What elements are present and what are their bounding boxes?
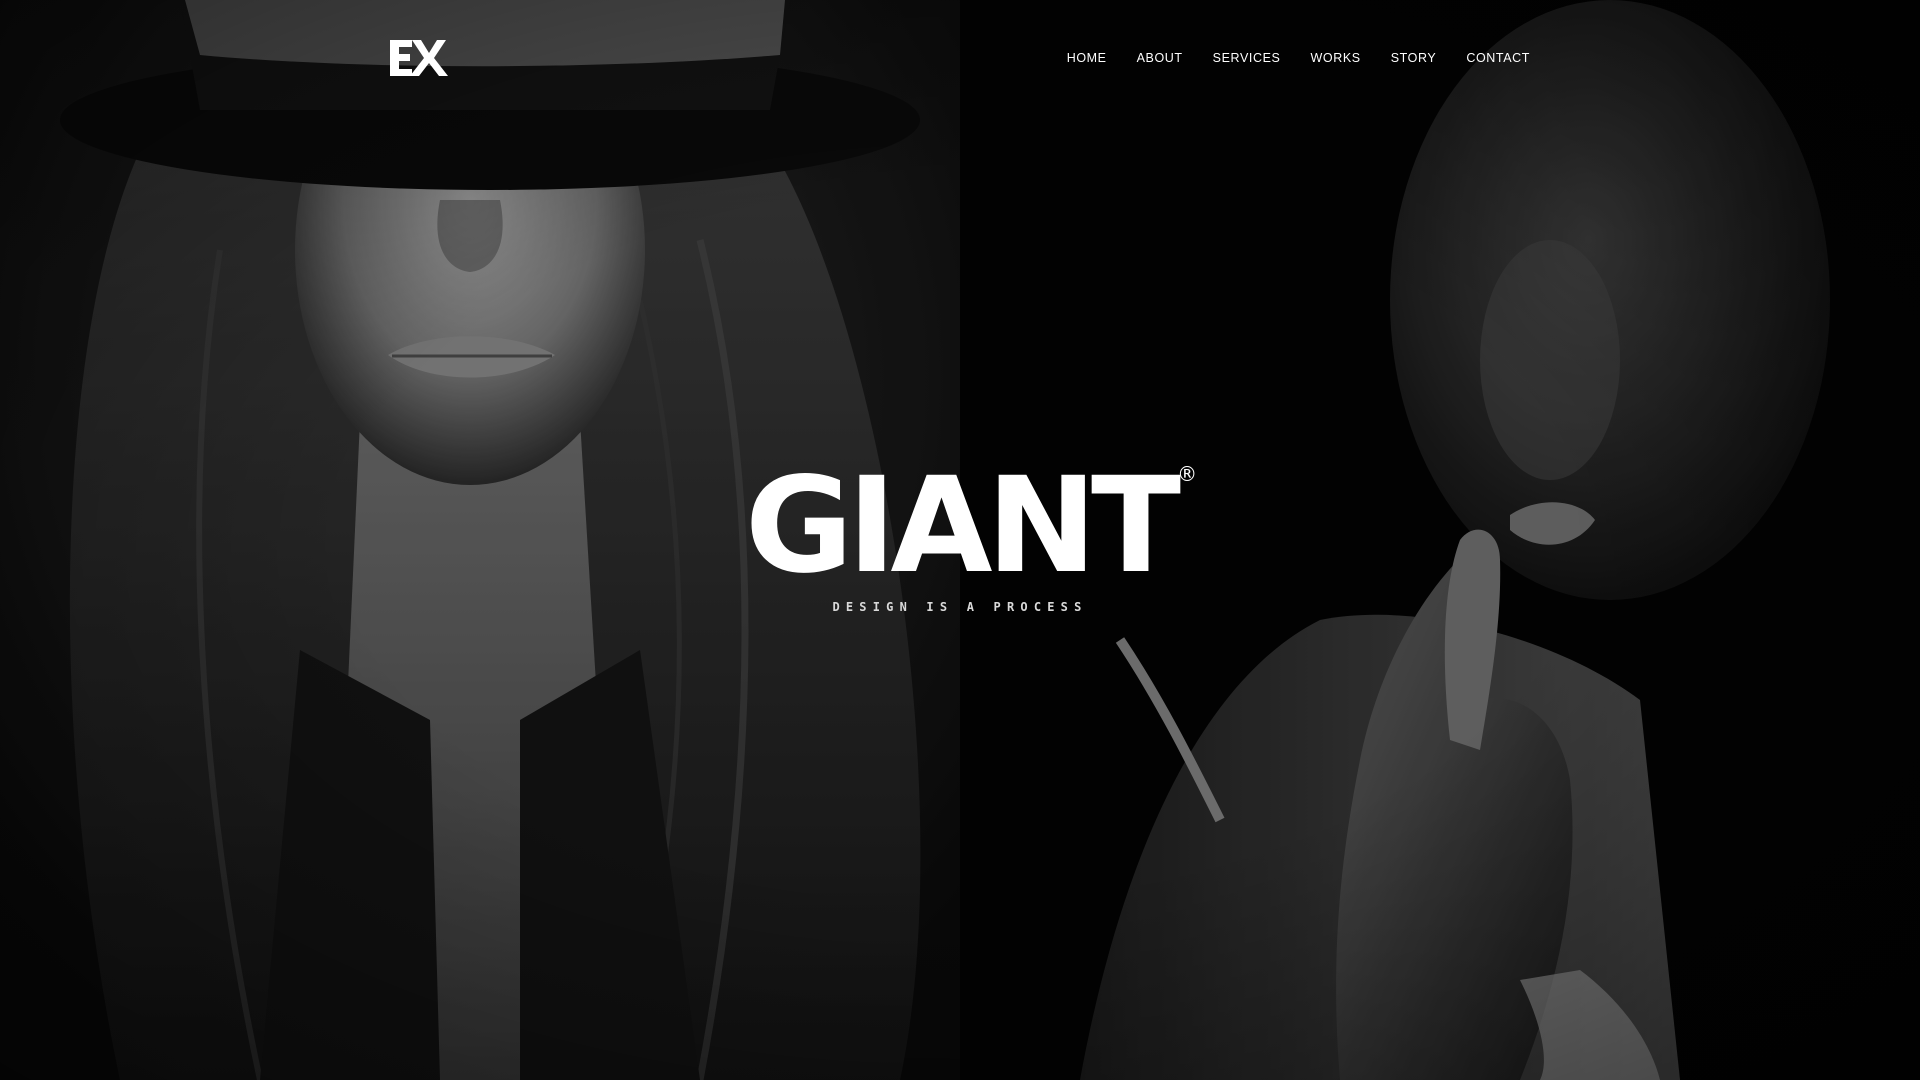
nav-item-story[interactable]: STORY — [1391, 50, 1437, 66]
nav-item-about[interactable]: ABOUT — [1137, 50, 1183, 66]
nav-item-works[interactable]: WORKS — [1310, 50, 1360, 66]
ex-monogram-logo-icon — [390, 40, 448, 76]
hero-brand: GIANT ® DESIGN IS A PROCESS — [0, 449, 1920, 614]
nav-item-contact[interactable]: CONTACT — [1466, 50, 1530, 66]
nav-item-services[interactable]: SERVICES — [1213, 50, 1281, 66]
hero-section: HOME ABOUT SERVICES WORKS STORY CONTACT … — [0, 0, 1920, 1080]
hero-title: GIANT — [744, 449, 1181, 603]
registered-mark: ® — [1177, 462, 1198, 486]
hero-title-wrap: GIANT ® — [744, 449, 1197, 603]
nav-item-home[interactable]: HOME — [1067, 50, 1107, 66]
ex-logo[interactable] — [388, 38, 450, 78]
main-nav: HOME ABOUT SERVICES WORKS STORY CONTACT — [1067, 50, 1530, 66]
